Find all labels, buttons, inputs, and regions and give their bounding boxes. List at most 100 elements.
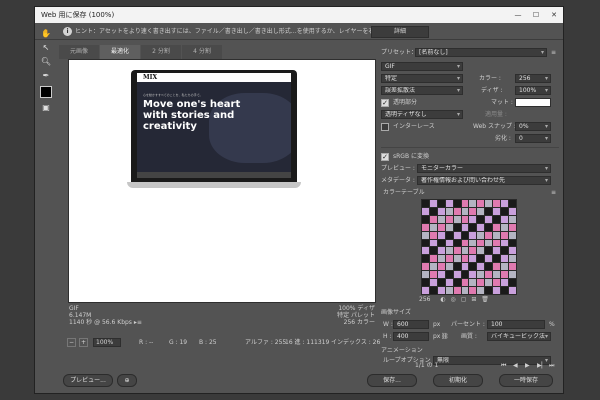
reduction-select[interactable]: 特定	[381, 74, 463, 83]
color-table-cell[interactable]	[509, 271, 516, 279]
color-table-cell[interactable]	[429, 263, 437, 271]
color-table-cell[interactable]	[477, 279, 485, 287]
color-table-cell[interactable]	[485, 200, 493, 207]
color-table-cell[interactable]	[445, 200, 453, 207]
color-table[interactable]	[421, 199, 517, 295]
metadata-select[interactable]: 著作権情報および問い合わせ先	[417, 176, 551, 185]
color-table-cell[interactable]	[461, 207, 469, 215]
color-table-cell[interactable]	[461, 287, 469, 294]
format-select[interactable]: GIF	[381, 62, 463, 71]
color-table-cell[interactable]	[461, 247, 469, 255]
maximize-button[interactable]: ☐	[527, 7, 545, 23]
color-table-cell[interactable]	[509, 215, 516, 223]
color-table-cell[interactable]	[453, 231, 461, 239]
color-table-cell[interactable]	[437, 231, 445, 239]
color-table-cell[interactable]	[429, 279, 437, 287]
color-table-menu-icon[interactable]: ≡	[551, 187, 556, 198]
color-table-cell[interactable]	[485, 263, 493, 271]
color-table-cell[interactable]	[485, 247, 493, 255]
color-table-cell[interactable]	[509, 239, 516, 247]
color-table-cell[interactable]	[422, 223, 429, 231]
color-table-cell[interactable]	[477, 255, 485, 263]
color-table-cell[interactable]	[477, 287, 485, 294]
color-table-cell[interactable]	[493, 223, 501, 231]
eyedropper-icon[interactable]: ✒	[39, 69, 53, 82]
color-table-cell[interactable]	[485, 231, 493, 239]
color-table-cell[interactable]	[501, 215, 509, 223]
color-table-grid[interactable]	[422, 200, 516, 294]
color-table-cell[interactable]	[509, 223, 516, 231]
color-table-cell[interactable]	[477, 239, 485, 247]
color-table-cell[interactable]	[485, 287, 493, 294]
color-table-cell[interactable]	[493, 255, 501, 263]
color-table-cell[interactable]	[445, 239, 453, 247]
color-table-cell[interactable]	[493, 200, 501, 207]
color-table-cell[interactable]	[437, 207, 445, 215]
preview-canvas[interactable]: MIX 心を動かすすべてのことを、私たちの手で。 Move one's hear…	[68, 59, 376, 303]
color-table-cell[interactable]	[493, 271, 501, 279]
color-table-cell[interactable]	[445, 271, 453, 279]
color-table-cell[interactable]	[453, 279, 461, 287]
color-table-cell[interactable]	[461, 255, 469, 263]
color-table-cell[interactable]	[501, 239, 509, 247]
color-table-cell[interactable]	[429, 207, 437, 215]
dither-amount-input[interactable]: 100%	[515, 86, 551, 95]
color-table-cell[interactable]	[501, 287, 509, 294]
transparency-checkbox[interactable]: ✓	[381, 99, 389, 107]
color-table-cell[interactable]	[501, 271, 509, 279]
color-table-cell[interactable]	[493, 207, 501, 215]
minimize-button[interactable]: —	[509, 7, 527, 23]
color-table-cell[interactable]	[461, 279, 469, 287]
color-table-cell[interactable]	[437, 247, 445, 255]
next-frame-icon[interactable]: ▶▏	[537, 360, 546, 371]
preset-select[interactable]: [名前なし]	[415, 48, 547, 57]
color-table-cell[interactable]	[493, 215, 501, 223]
color-table-cell[interactable]	[453, 287, 461, 294]
color-table-cell[interactable]	[509, 231, 516, 239]
color-table-cell[interactable]	[469, 287, 477, 294]
color-table-cell[interactable]	[501, 247, 509, 255]
color-table-cell[interactable]	[485, 207, 493, 215]
color-table-cell[interactable]	[469, 239, 477, 247]
color-table-cell[interactable]	[445, 231, 453, 239]
color-table-cell[interactable]	[461, 200, 469, 207]
tab-original[interactable]: 元画像	[59, 45, 99, 59]
interlace-checkbox[interactable]	[381, 123, 389, 131]
color-table-cell[interactable]	[422, 287, 429, 294]
color-table-cell[interactable]	[437, 223, 445, 231]
color-table-cell[interactable]	[493, 239, 501, 247]
zoom-select[interactable]: 100%	[93, 338, 121, 347]
color-table-cell[interactable]	[509, 287, 516, 294]
color-table-cell[interactable]	[445, 207, 453, 215]
color-table-cell[interactable]	[477, 200, 485, 207]
color-table-cell[interactable]	[429, 247, 437, 255]
color-table-cell[interactable]	[469, 200, 477, 207]
color-table-cell[interactable]	[509, 200, 516, 207]
percent-input[interactable]: 100	[487, 320, 545, 329]
web-snap-input[interactable]: 0%	[515, 122, 551, 131]
color-table-cell[interactable]	[509, 263, 516, 271]
color-table-cell[interactable]	[477, 231, 485, 239]
color-table-cell[interactable]	[461, 239, 469, 247]
constrain-proportions-icon[interactable]: ⛓	[441, 331, 449, 342]
zoom-icon[interactable]: 🔍︎	[39, 55, 53, 68]
browser-select-icon[interactable]: ⊕	[117, 374, 137, 387]
color-table-cell[interactable]	[429, 287, 437, 294]
color-table-cell[interactable]	[493, 231, 501, 239]
color-table-cell[interactable]	[453, 223, 461, 231]
width-input[interactable]: 600	[393, 320, 429, 329]
color-table-cell[interactable]	[445, 215, 453, 223]
color-table-cell[interactable]	[461, 231, 469, 239]
color-table-cell[interactable]	[422, 247, 429, 255]
color-table-cell[interactable]	[429, 200, 437, 207]
color-table-cell[interactable]	[501, 231, 509, 239]
color-table-cell[interactable]	[437, 279, 445, 287]
color-table-cell[interactable]	[429, 271, 437, 279]
color-table-cell[interactable]	[509, 247, 516, 255]
color-table-cell[interactable]	[509, 207, 516, 215]
color-table-cell[interactable]	[501, 223, 509, 231]
color-table-cell[interactable]	[445, 287, 453, 294]
color-table-cell[interactable]	[469, 231, 477, 239]
color-table-cell[interactable]	[469, 247, 477, 255]
color-table-cell[interactable]	[477, 207, 485, 215]
